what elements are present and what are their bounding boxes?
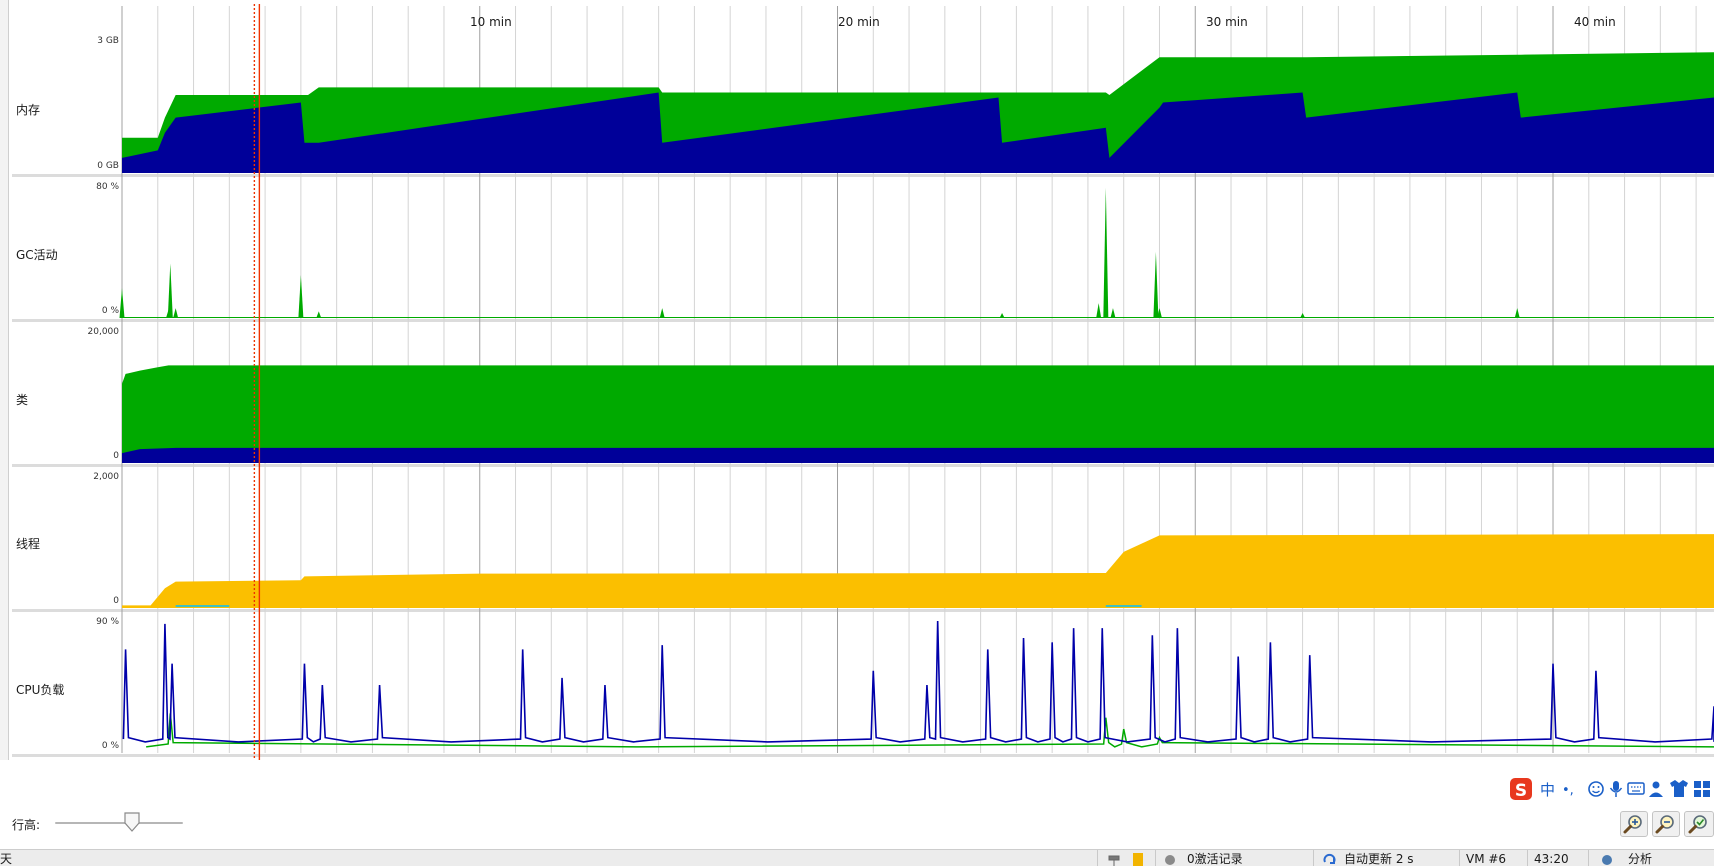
panel-label-classes: 类	[16, 393, 29, 407]
time-label-30-min: 30 min	[1206, 15, 1248, 29]
zoom-out-icon	[1655, 815, 1674, 834]
status-separator	[1588, 850, 1589, 866]
status-bar: 天 0激活记录 自动更新 2 s VM #6 43:20 分析	[0, 849, 1714, 866]
ime-logo-text: S	[1515, 781, 1527, 801]
panel-plot-area	[122, 178, 1714, 318]
status-vm-id: VM #6	[1466, 852, 1507, 866]
row-height-slider[interactable]	[55, 822, 183, 824]
status-auto-refresh[interactable]: 自动更新 2 s	[1320, 850, 1460, 866]
ime-emoji-icon[interactable]	[1588, 781, 1604, 797]
time-label-20-min: 20 min	[838, 15, 880, 29]
panel-separator	[12, 464, 1714, 467]
panel-separator	[12, 174, 1714, 177]
ime-toolbox-icon[interactable]	[1694, 781, 1710, 797]
threads-axis-max: 2,000	[93, 472, 119, 482]
row-height-label: 行高:	[12, 818, 41, 832]
classes-base-area	[122, 447, 1714, 463]
panel-label-memory: 内存	[16, 103, 41, 117]
time-label-40-min: 40 min	[1574, 15, 1616, 29]
status-separator	[1459, 850, 1460, 866]
cpu-axis-max: 90 %	[96, 617, 119, 627]
refresh-icon	[1323, 853, 1336, 864]
memory-axis-max: 3 GB	[97, 36, 119, 46]
panel-label-cpu-load: CPU负载	[16, 683, 65, 697]
record-flag-icon[interactable]	[1130, 850, 1146, 866]
threads-axis-min: 0	[113, 596, 119, 606]
ime-mode-text[interactable]: 中	[1540, 781, 1555, 799]
memory-axis-min: 0 GB	[97, 161, 119, 171]
telemetry-timeline[interactable]: 10 min 20 min 30 min 40 min 内存 3 GB 0 GB…	[0, 0, 1714, 760]
panel-plot-area	[122, 613, 1714, 753]
record-pin-icon[interactable]	[1106, 850, 1126, 866]
ime-microphone-icon[interactable]	[1609, 781, 1623, 797]
ime-keyboard-icon[interactable]	[1627, 782, 1645, 795]
status-separator	[1527, 850, 1528, 866]
status-left-text: 天	[0, 852, 13, 866]
panel-separator	[12, 609, 1714, 612]
status-auto-refresh-text: 自动更新 2 s	[1344, 852, 1414, 866]
panel-label-threads: 线程	[16, 537, 41, 551]
cpu-axis-min: 0 %	[101, 741, 119, 751]
zoom-in-button[interactable]	[1620, 811, 1648, 837]
ime-punct-text[interactable]: •,	[1562, 783, 1574, 798]
panel-separator	[12, 319, 1714, 322]
time-label-10-min: 10 min	[470, 15, 512, 29]
status-separator	[1155, 850, 1156, 866]
telemetry-charts[interactable]	[0, 0, 1714, 760]
ime-user-icon[interactable]	[1649, 781, 1663, 798]
zoom-out-button[interactable]	[1652, 811, 1680, 837]
analyze-icon	[1602, 855, 1612, 865]
status-recordings-text: 0激活记录	[1187, 852, 1243, 866]
zoom-in-icon	[1623, 815, 1642, 834]
status-time: 43:20	[1534, 852, 1569, 866]
classes-axis-min: 0	[113, 451, 119, 461]
classes-axis-max: 20,000	[87, 327, 120, 337]
status-analyze-text: 分析	[1628, 852, 1653, 866]
zoom-fit-button[interactable]	[1684, 811, 1714, 837]
gc-axis-min: 0 %	[101, 306, 119, 316]
panel-separator	[12, 754, 1714, 757]
row-height-slider-thumb[interactable]	[123, 812, 141, 832]
panel-label-gc-activity: GC活动	[16, 248, 58, 262]
status-recordings[interactable]: 0激活记录	[1163, 850, 1313, 866]
status-separator	[1313, 850, 1314, 866]
status-analyze[interactable]: 分析	[1596, 850, 1706, 866]
gc-axis-max: 80 %	[96, 182, 119, 192]
ime-toolbar[interactable]: S 中 •,	[1508, 775, 1714, 803]
recording-dot-icon	[1165, 855, 1175, 865]
zoom-fit-icon	[1688, 815, 1707, 834]
ime-skin-icon[interactable]	[1670, 780, 1688, 797]
status-separator	[1097, 850, 1098, 866]
